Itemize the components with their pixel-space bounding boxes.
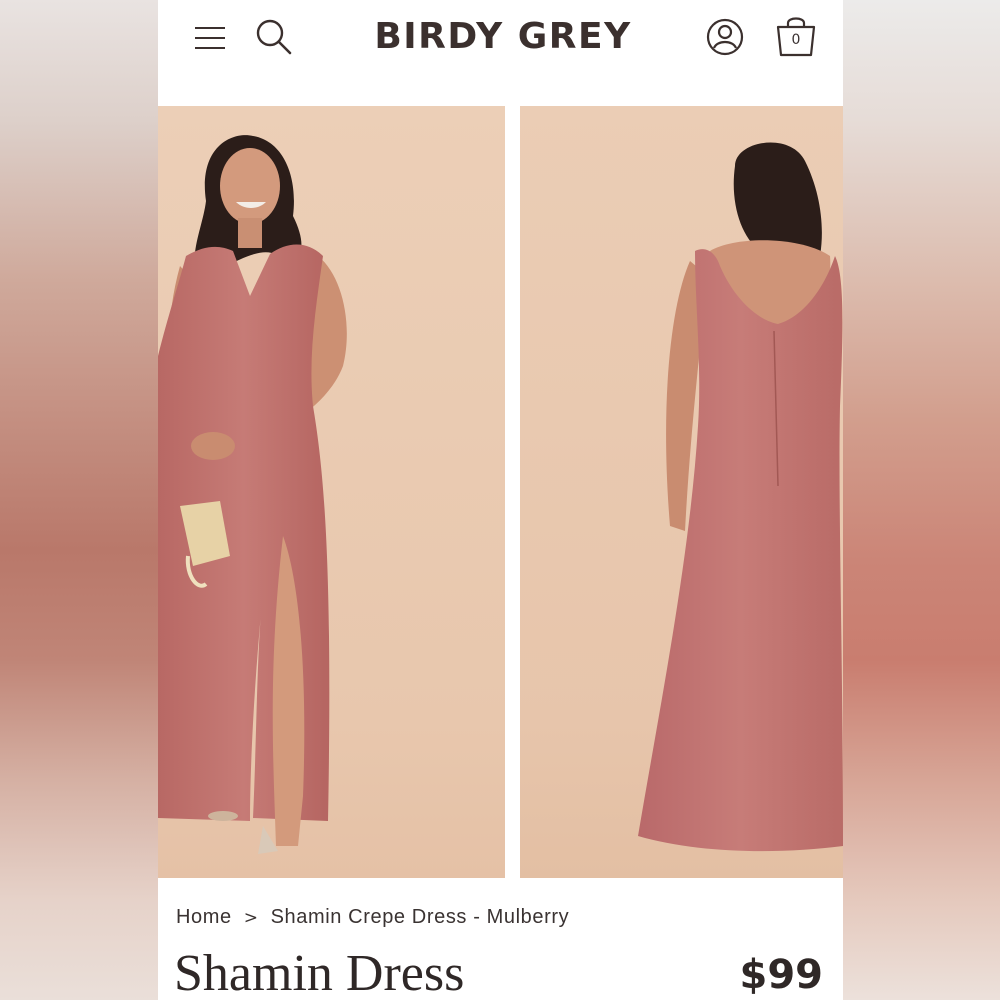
breadcrumb-current: Shamin Crepe Dress - Mulberry: [270, 906, 570, 928]
account-button[interactable]: [705, 17, 745, 57]
menu-icon: [195, 27, 225, 49]
screenshot-stage: BIRDY GREY 0 Home > Shamin Crepe Dress -…: [0, 0, 1000, 1000]
breadcrumb-home-link[interactable]: Home: [176, 906, 232, 928]
blurred-backdrop-right: [843, 0, 1000, 1000]
product-title: Shamin Dress: [174, 945, 465, 1000]
search-icon: [256, 19, 292, 55]
cart-count-badge: 0: [791, 32, 801, 48]
breadcrumb-separator: >: [243, 908, 259, 928]
brand-logo[interactable]: BIRDY GREY: [358, 16, 648, 57]
blurred-backdrop-left: [0, 0, 158, 1000]
product-image-front[interactable]: [158, 106, 505, 878]
product-page: BIRDY GREY 0 Home > Shamin Crepe Dress -…: [158, 0, 843, 1000]
breadcrumb: Home > Shamin Crepe Dress - Mulberry: [176, 906, 569, 929]
account-icon: [706, 18, 744, 56]
site-header: BIRDY GREY 0: [158, 0, 843, 80]
search-button[interactable]: [254, 17, 294, 57]
menu-button[interactable]: [192, 20, 228, 56]
product-image-back[interactable]: [520, 106, 843, 878]
cart-button[interactable]: 0: [774, 13, 818, 59]
product-price: $99: [739, 952, 824, 998]
